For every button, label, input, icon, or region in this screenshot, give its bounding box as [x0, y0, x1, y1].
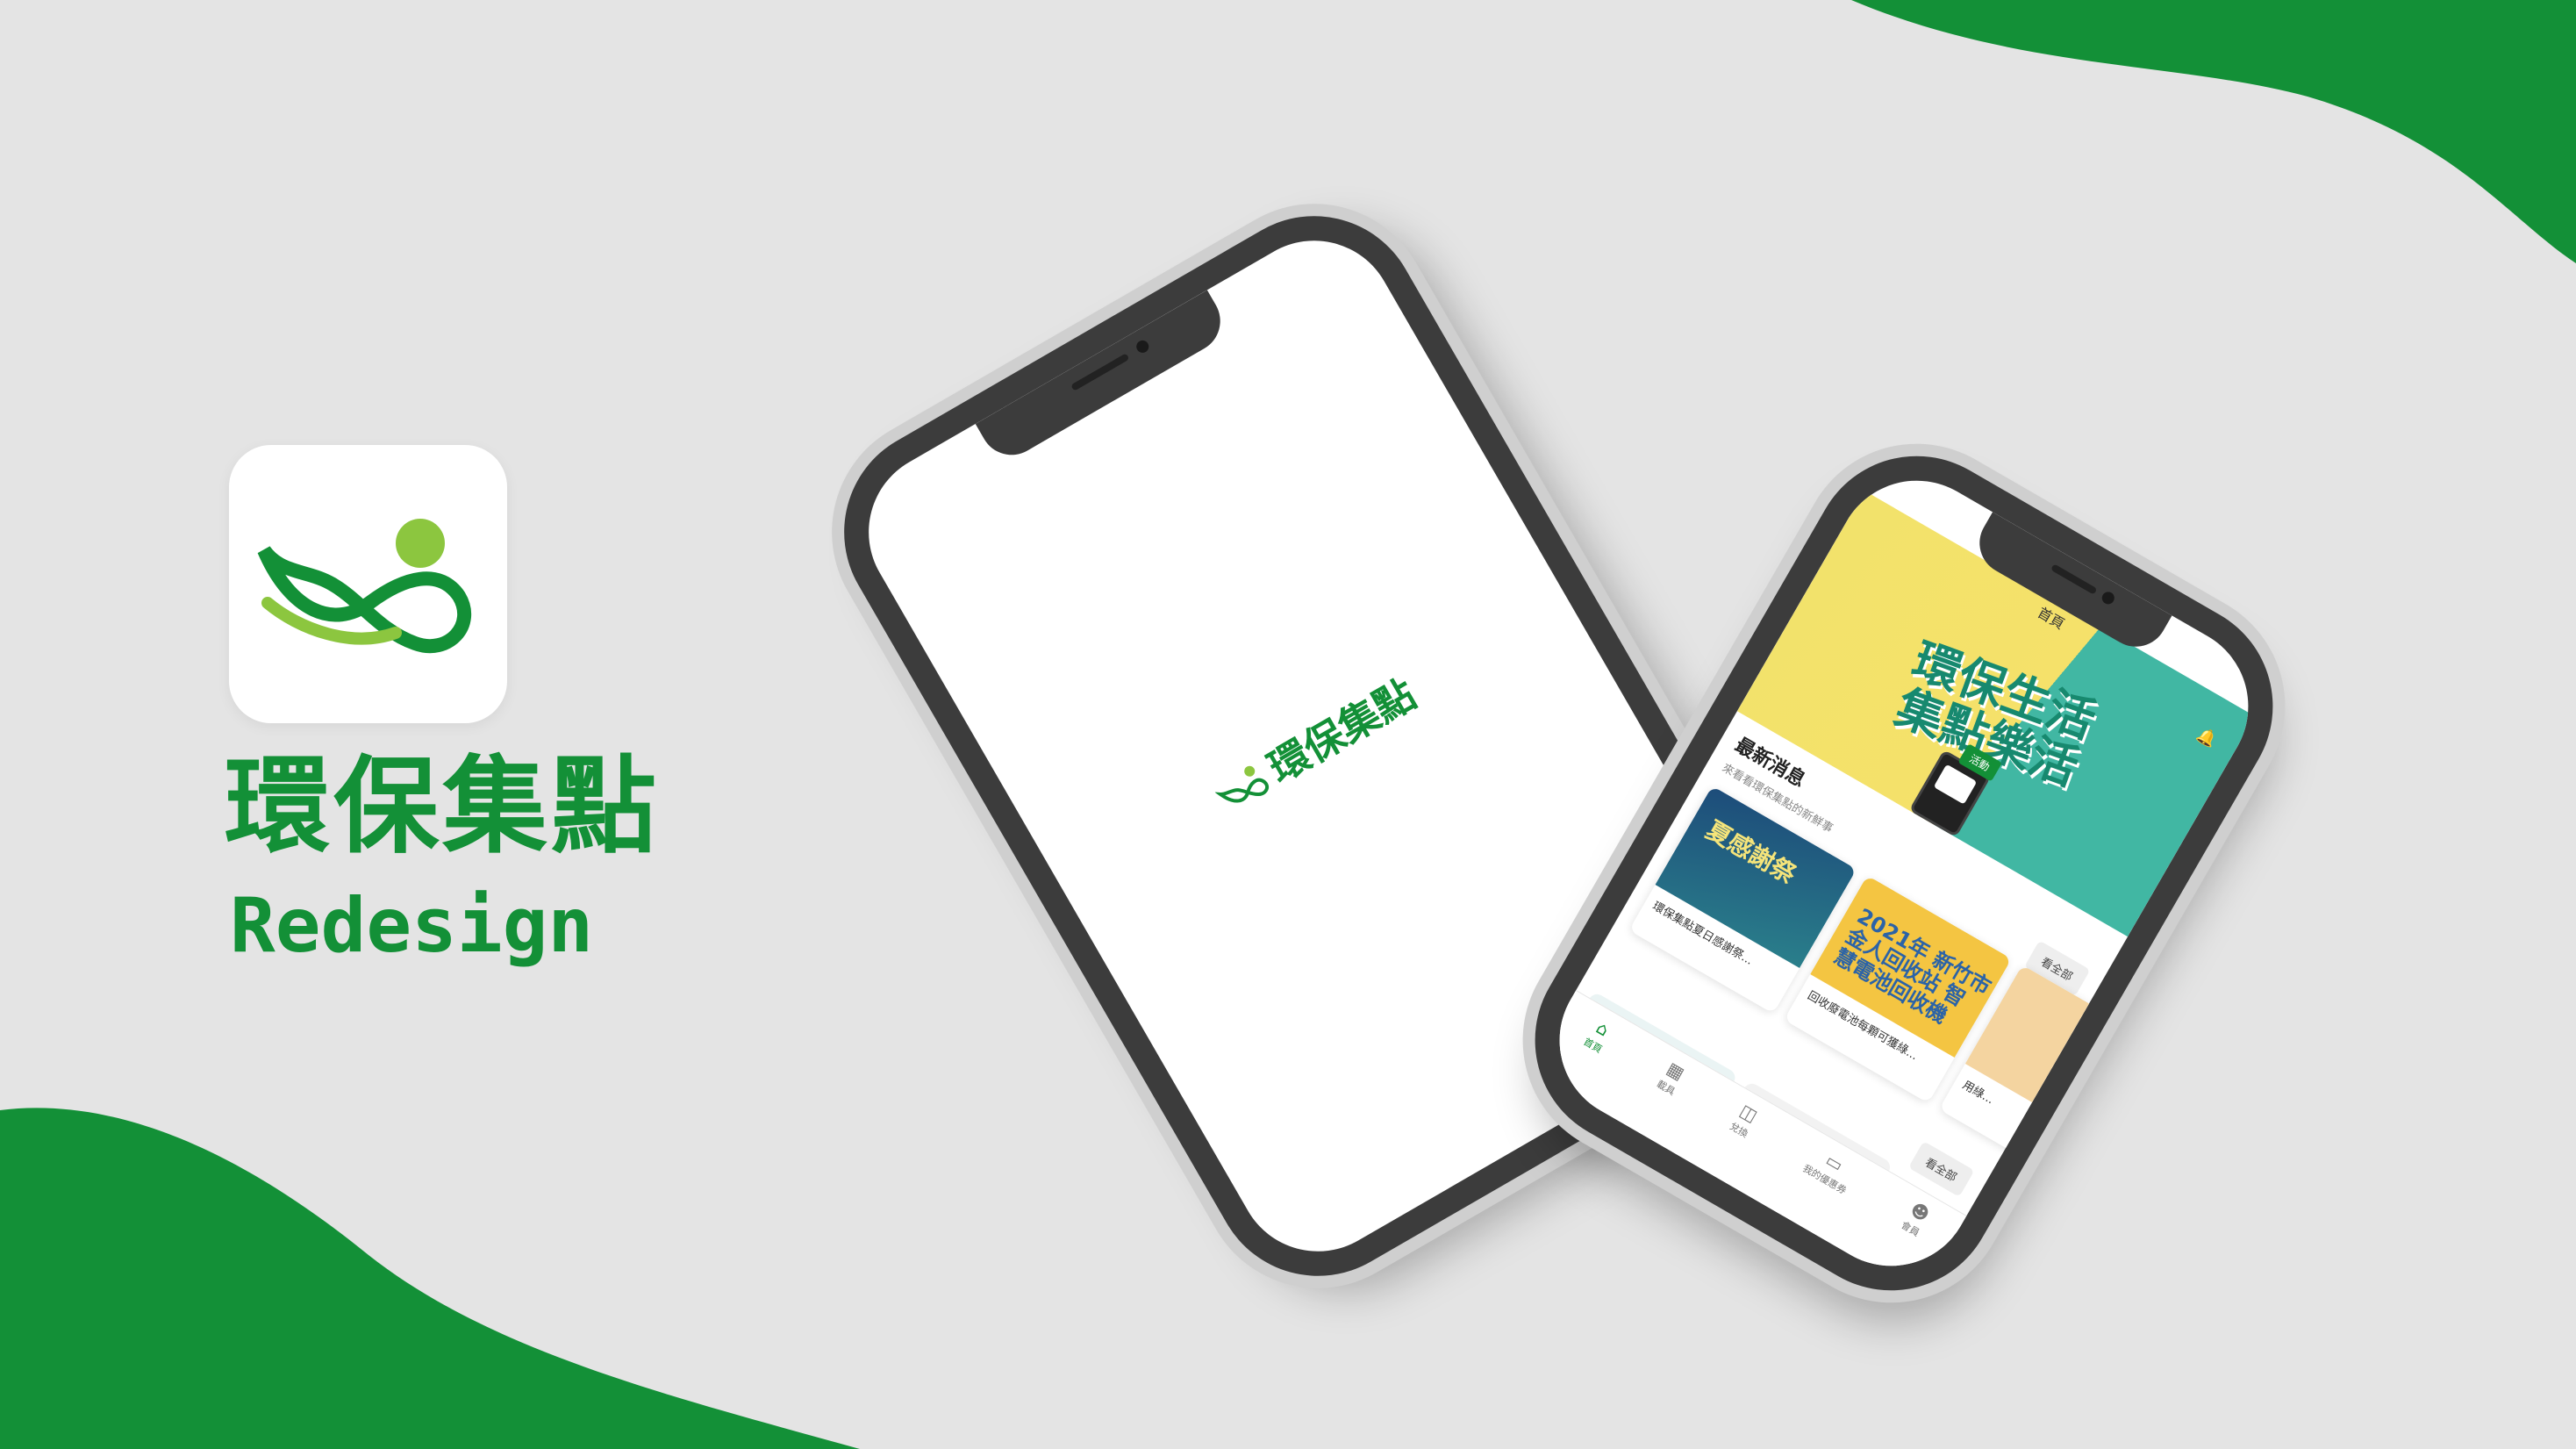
tab-redeem[interactable]: ◫ 兌換 — [1728, 1100, 1762, 1141]
gift-icon: ◫ — [1735, 1100, 1762, 1127]
home-icon: ⌂ — [1592, 1016, 1614, 1041]
tab-member[interactable]: ☻ 會員 — [1899, 1198, 1933, 1240]
news-card-image-text: 夏感謝祭 — [1700, 814, 1801, 890]
tab-coupons[interactable]: ▭ 我的優惠券 — [1800, 1143, 1860, 1197]
tab-home[interactable]: ⌂ 首頁 — [1581, 1016, 1615, 1057]
app-icon — [229, 445, 507, 723]
coupon-icon: ▭ — [1821, 1149, 1847, 1176]
splash-logo: 環保集點 — [1210, 670, 1424, 819]
brand-subtitle: Redesign — [230, 882, 594, 970]
leaf-logo-icon — [257, 519, 471, 654]
tab-carrier[interactable]: ▦ 載具 — [1654, 1058, 1688, 1099]
splash-title: 環保集點 — [1260, 670, 1424, 793]
leaf-logo-icon — [1214, 765, 1270, 803]
brand-title: 環保集點 — [225, 746, 660, 868]
barcode-icon: ▦ — [1663, 1057, 1689, 1085]
